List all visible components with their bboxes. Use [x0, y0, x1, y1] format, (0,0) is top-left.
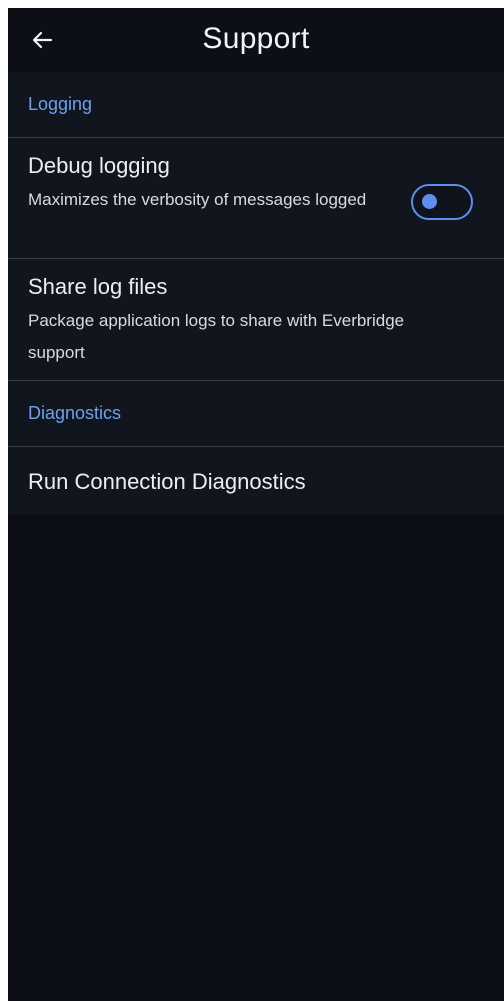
debug-logging-title: Debug logging: [28, 153, 170, 178]
app-bar: Support: [8, 8, 504, 72]
run-connection-diagnostics-item[interactable]: Run Connection Diagnostics: [8, 447, 504, 515]
section-header-logging: Logging: [8, 72, 504, 138]
share-log-files-description: Package application logs to share with E…: [28, 311, 405, 362]
run-connection-diagnostics-title: Run Connection Diagnostics: [28, 469, 306, 494]
debug-logging-toggle[interactable]: [411, 184, 473, 220]
section-header-diagnostics: Diagnostics: [8, 381, 504, 447]
toggle-knob: [422, 194, 437, 209]
share-log-files-item[interactable]: Share log files Package application logs…: [8, 259, 504, 381]
debug-logging-item[interactable]: Debug logging Maximizes the verbosity of…: [8, 138, 504, 259]
share-log-files-title: Share log files: [28, 274, 168, 299]
page-title: Support: [202, 22, 310, 55]
debug-logging-description: Maximizes the verbosity of messages logg…: [28, 190, 367, 209]
support-screen: Support Logging Debug logging Maximizes …: [8, 8, 504, 1001]
